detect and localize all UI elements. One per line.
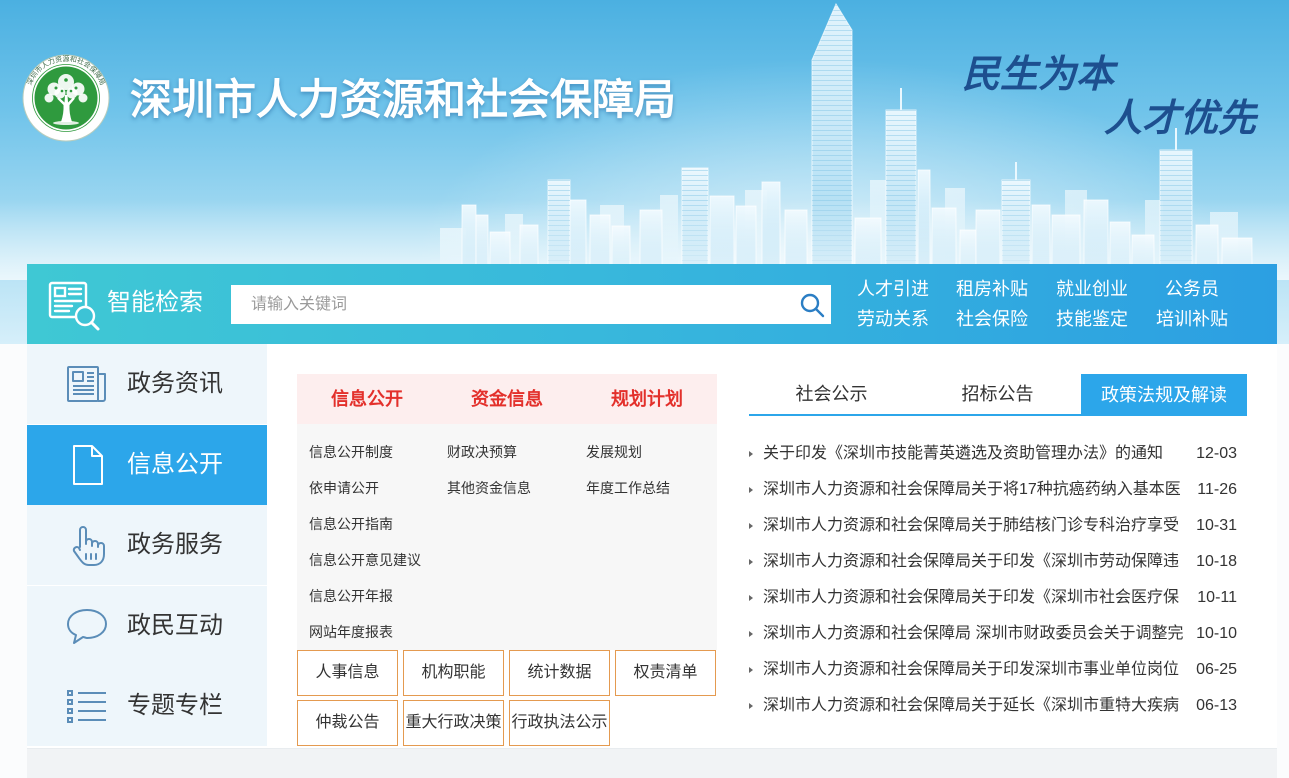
news-date: 10-18 [1196, 553, 1237, 570]
bullet-icon [749, 703, 753, 709]
bullet-icon [749, 559, 753, 565]
tab-planning[interactable]: 规划计划 [577, 374, 717, 424]
speech-bubble-icon [67, 609, 107, 644]
news-date: 11-26 [1197, 481, 1237, 498]
list-item[interactable]: 深圳市人力资源和社会保障局关于肺结核门诊专科治疗享受 10-31 [749, 508, 1247, 544]
quick-link-training-subsidy[interactable]: 培训补贴 [1142, 305, 1242, 333]
quick-link-rent-subsidy[interactable]: 租房补贴 [942, 275, 1042, 303]
sidebar-item-label: 政务服务 [127, 531, 223, 558]
smart-search-bar: 智能检索 人才引进 租房补贴 就业创业 公务员 劳动关系 社会保险 技能鉴定 培… [27, 264, 1277, 344]
info-link[interactable]: 信息公开年报 [309, 578, 393, 614]
sidebar-item-info-disclosure[interactable]: 信息公开 [27, 425, 267, 505]
sidebar-item-gov-news[interactable]: 政务资讯 [27, 344, 267, 424]
list-item[interactable]: 深圳市人力资源和社会保障局关于印发《深圳市社会医疗保 10-11 [749, 580, 1247, 616]
info-link[interactable]: 网站年度报表 [309, 614, 393, 650]
powers-list-button[interactable]: 权责清单 [615, 650, 716, 696]
search-input[interactable] [231, 285, 791, 324]
sidebar-item-gov-services[interactable]: 政务服务 [27, 505, 267, 585]
news-title: 深圳市人力资源和社会保障局关于肺结核门诊专科治疗享受 [763, 517, 1180, 534]
search-box [231, 285, 831, 324]
slogan-line-2: 人才优先 [1104, 95, 1257, 140]
tab-policy-regulations[interactable]: 政策法规及解读 [1081, 374, 1247, 416]
info-link[interactable]: 其他资金信息 [447, 470, 531, 506]
quick-link-talent[interactable]: 人才引进 [843, 275, 943, 303]
news-date: 10-10 [1196, 625, 1237, 642]
page: 深圳市人力资源和社会保障局 深圳市人力资源和社会保障局 民生为本 人才优先 智能… [0, 0, 1289, 778]
news-title: 深圳市人力资源和社会保障局关于印发《深圳市社会医疗保 [763, 589, 1180, 606]
bullet-icon [749, 523, 753, 529]
news-date: 06-13 [1196, 697, 1237, 714]
sidebar-item-label: 政务资讯 [127, 370, 223, 397]
slogan-line-1: 民生为本 [962, 51, 1115, 96]
quick-link-skill-appraisal[interactable]: 技能鉴定 [1042, 305, 1142, 333]
sidebar-item-label: 信息公开 [127, 451, 223, 478]
arbitration-notice-button[interactable]: 仲裁公告 [297, 700, 398, 746]
law-enforcement-button[interactable]: 行政执法公示 [509, 700, 610, 746]
list-item[interactable]: 深圳市人力资源和社会保障局 深圳市财政委员会关于调整完 10-10 [749, 616, 1247, 652]
bullet-icon [749, 595, 753, 601]
list-item[interactable]: 深圳市人力资源和社会保障局关于印发《深圳市劳动保障违 10-18 [749, 544, 1247, 580]
bullet-icon [749, 667, 753, 673]
sidebar-item-special-topics[interactable]: 专题专栏 [27, 666, 267, 746]
search-button[interactable] [799, 292, 825, 318]
document-search-icon [48, 281, 100, 331]
news-date: 10-31 [1196, 517, 1237, 534]
news-date: 06-25 [1196, 661, 1237, 678]
info-tab-bar: 信息公开 资金信息 规划计划 [297, 374, 717, 424]
news-title: 深圳市人力资源和社会保障局 深圳市财政委员会关于调整完 [763, 625, 1183, 642]
news-title: 深圳市人力资源和社会保障局关于将17种抗癌药纳入基本医 [763, 481, 1181, 498]
news-title: 深圳市人力资源和社会保障局关于延长《深圳市重特大疾病 [763, 697, 1180, 714]
list-item[interactable]: 深圳市人力资源和社会保障局关于印发深圳市事业单位岗位 06-25 [749, 652, 1247, 688]
news-panel: 社会公示 招标公告 政策法规及解读 关于印发《深圳市技能菁英遴选及资助管理办法》… [749, 374, 1247, 746]
statistics-button[interactable]: 统计数据 [509, 650, 610, 696]
news-title: 深圳市人力资源和社会保障局关于印发深圳市事业单位岗位 [763, 661, 1180, 678]
quick-link-civil-servant[interactable]: 公务员 [1142, 275, 1242, 303]
info-disclosure-panel: 信息公开 资金信息 规划计划 信息公开制度 依申请公开 信息公开指南 信息公开意… [297, 374, 717, 746]
personnel-info-button[interactable]: 人事信息 [297, 650, 398, 696]
tab-info-disclosure[interactable]: 信息公开 [297, 374, 437, 424]
info-link[interactable]: 信息公开指南 [309, 506, 393, 542]
agency-functions-button[interactable]: 机构职能 [403, 650, 504, 696]
news-date: 12-03 [1196, 445, 1237, 462]
list-icon [67, 690, 106, 723]
bullet-icon [749, 631, 753, 637]
info-link[interactable]: 年度工作总结 [586, 470, 670, 506]
info-link[interactable]: 财政决预算 [447, 434, 517, 470]
news-title: 深圳市人力资源和社会保障局关于印发《深圳市劳动保障违 [763, 553, 1180, 570]
sidebar-nav: 政务资讯 信息公开 政务服务 政民互动 专题专栏 [27, 344, 267, 748]
bullet-icon [749, 487, 753, 493]
site-title[interactable]: 深圳市人力资源和社会保障局 [130, 74, 676, 126]
news-tab-bar: 社会公示 招标公告 政策法规及解读 [749, 374, 1247, 416]
info-link[interactable]: 信息公开意见建议 [309, 542, 421, 578]
smart-search-label: 智能检索 [107, 289, 203, 316]
bullet-icon [749, 451, 753, 457]
list-item[interactable]: 深圳市人力资源和社会保障局关于延长《深圳市重特大疾病 06-13 [749, 688, 1247, 724]
sidebar-item-public-interaction[interactable]: 政民互动 [27, 586, 267, 666]
tab-tender-notice[interactable]: 招标公告 [914, 374, 1081, 414]
search-icon [800, 293, 825, 318]
info-link[interactable]: 发展规划 [586, 434, 642, 470]
info-link[interactable]: 依申请公开 [309, 470, 379, 506]
sidebar-item-label: 专题专栏 [127, 692, 223, 719]
quick-link-labor-relations[interactable]: 劳动关系 [843, 305, 943, 333]
info-link-list: 信息公开制度 依申请公开 信息公开指南 信息公开意见建议 信息公开年报 网站年度… [297, 424, 717, 650]
news-title: 关于印发《深圳市技能菁英遴选及资助管理办法》的通知 [763, 445, 1164, 462]
tab-public-notice[interactable]: 社会公示 [749, 374, 914, 414]
tab-fund-info[interactable]: 资金信息 [437, 374, 577, 424]
quick-link-social-insurance[interactable]: 社会保险 [942, 305, 1042, 333]
quick-link-employment[interactable]: 就业创业 [1042, 275, 1142, 303]
list-item[interactable]: 深圳市人力资源和社会保障局关于将17种抗癌药纳入基本医 11-26 [749, 472, 1247, 508]
sidebar-item-label: 政民互动 [127, 612, 223, 639]
newspaper-icon [67, 366, 106, 402]
major-decisions-button[interactable]: 重大行政决策 [403, 700, 504, 746]
bureau-logo[interactable]: 深圳市人力资源和社会保障局 [21, 53, 111, 143]
news-date: 10-11 [1197, 589, 1237, 606]
list-item[interactable]: 关于印发《深圳市技能菁英遴选及资助管理办法》的通知 12-03 [749, 436, 1247, 472]
document-icon [73, 445, 103, 485]
content-bottom-band [27, 748, 1277, 778]
main-content-panel: 政务资讯 信息公开 政务服务 政民互动 专题专栏 信息公开 资金信息 规划计划 … [27, 344, 1277, 748]
hand-pointer-icon [72, 526, 105, 566]
info-link[interactable]: 信息公开制度 [309, 434, 393, 470]
